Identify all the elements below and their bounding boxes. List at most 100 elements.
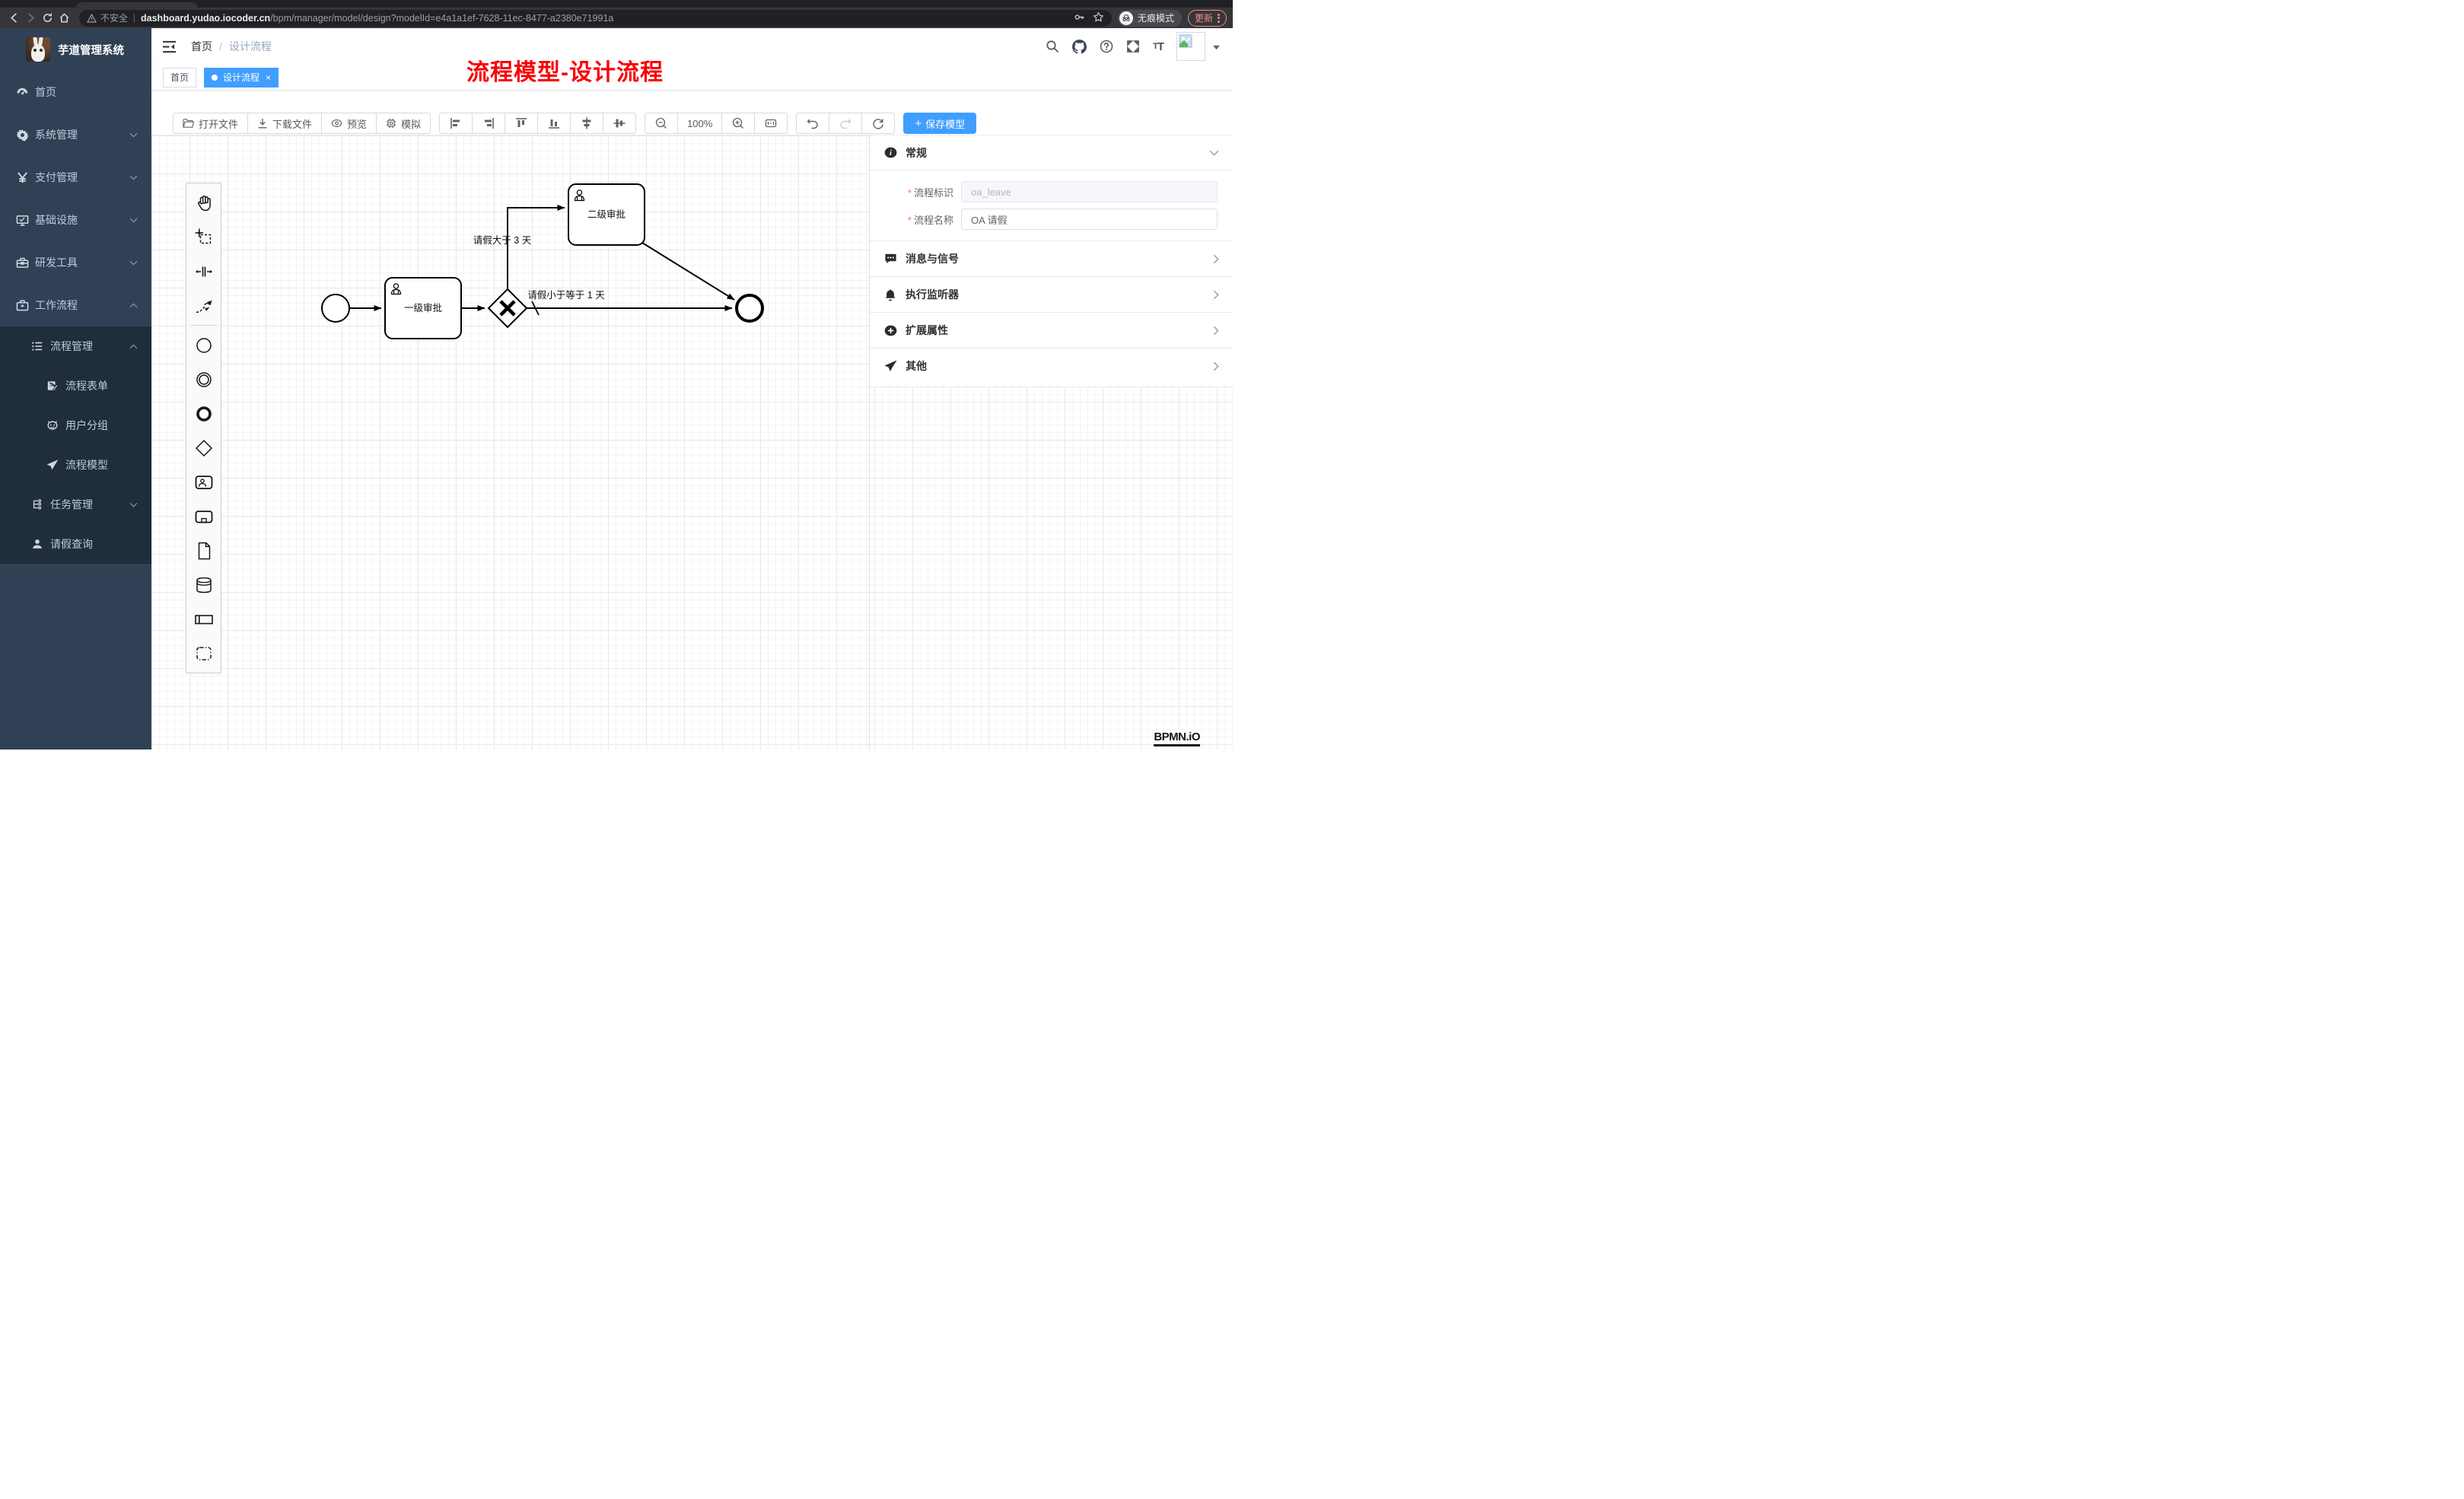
font-size-icon[interactable]: TT bbox=[1153, 40, 1164, 53]
sidebar-item-workflow[interactable]: 工作流程 bbox=[0, 284, 151, 326]
preview-button[interactable]: 预览 bbox=[322, 113, 377, 134]
space-tool-icon[interactable] bbox=[186, 254, 221, 288]
hand-tool-icon[interactable] bbox=[186, 186, 221, 220]
start-event[interactable] bbox=[322, 294, 349, 322]
align-center-vertical-icon[interactable] bbox=[571, 113, 603, 134]
bpmn-canvas[interactable]: 请假大于 3 天 请假小于等于 1 天 一级审批 bbox=[151, 135, 1233, 750]
task-first-approval[interactable]: 一级审批 bbox=[385, 278, 461, 339]
forward-icon[interactable] bbox=[23, 11, 38, 26]
sidebar-item-devtools[interactable]: 研发工具 bbox=[0, 241, 151, 284]
sidebar-fold-icon[interactable] bbox=[162, 39, 177, 54]
sidebar-item-system[interactable]: 系统管理 bbox=[0, 113, 151, 156]
incognito-icon bbox=[1119, 11, 1133, 25]
end-event[interactable] bbox=[737, 295, 762, 321]
briefcase-icon bbox=[15, 298, 29, 312]
section-message-signal[interactable]: 消息与信号 bbox=[870, 240, 1233, 276]
page: 不安全 dashboard.yudao.iocoder.cn /bpm/mana… bbox=[0, 0, 1233, 750]
sidebar-logo[interactable]: 芋道管理系统 bbox=[0, 28, 151, 71]
section-execution-listener[interactable]: 执行监听器 bbox=[870, 276, 1233, 312]
start-event-icon[interactable] bbox=[186, 328, 221, 362]
bpmn-io-logo[interactable]: BPMN.iO bbox=[1154, 730, 1200, 746]
exclusive-gateway[interactable] bbox=[489, 289, 527, 327]
chevron-down-icon bbox=[129, 260, 138, 266]
align-bottom-icon[interactable] bbox=[538, 113, 571, 134]
required-mark: * bbox=[908, 187, 912, 199]
global-connect-icon[interactable] bbox=[186, 288, 221, 323]
zoom-out-icon[interactable] bbox=[645, 113, 678, 134]
palette-separator bbox=[190, 325, 217, 326]
sidebar-item-process-form[interactable]: 流程表单 bbox=[0, 366, 151, 406]
url-bar[interactable]: 不安全 dashboard.yudao.iocoder.cn /bpm/mana… bbox=[79, 10, 1112, 27]
sidebar-item-home[interactable]: 首页 bbox=[0, 71, 151, 113]
align-right-icon[interactable] bbox=[473, 113, 505, 134]
sidebar-item-process-mgmt[interactable]: 流程管理 bbox=[0, 326, 151, 366]
search-icon[interactable] bbox=[1046, 40, 1059, 53]
section-title: 消息与信号 bbox=[906, 251, 959, 266]
align-left-icon[interactable] bbox=[439, 113, 473, 134]
sidebar-item-leave-query[interactable]: 请假查询 bbox=[0, 524, 151, 564]
end-event-icon[interactable] bbox=[186, 396, 221, 431]
section-general[interactable]: i 常规 bbox=[870, 135, 1233, 170]
sidebar-item-payment[interactable]: 支付管理 bbox=[0, 156, 151, 199]
security-label[interactable]: 不安全 bbox=[100, 11, 128, 24]
flow-label-gt3[interactable]: 请假大于 3 天 bbox=[473, 235, 532, 246]
align-button-group bbox=[439, 113, 636, 134]
align-top-icon[interactable] bbox=[505, 113, 538, 134]
plus-circle-icon bbox=[883, 324, 897, 337]
redo-icon[interactable] bbox=[829, 113, 862, 134]
align-center-horizontal-icon[interactable] bbox=[603, 113, 636, 134]
fullscreen-icon[interactable] bbox=[1126, 40, 1140, 53]
data-object-icon[interactable] bbox=[186, 533, 221, 568]
group-icon[interactable] bbox=[186, 636, 221, 670]
subprocess-icon[interactable] bbox=[186, 499, 221, 533]
tag-design-process[interactable]: 设计流程 × bbox=[204, 68, 279, 88]
avatar[interactable] bbox=[1176, 32, 1205, 61]
person-icon bbox=[30, 537, 44, 551]
undo-icon[interactable] bbox=[796, 113, 829, 134]
restart-icon[interactable] bbox=[862, 113, 895, 134]
breadcrumb-home[interactable]: 首页 bbox=[191, 39, 212, 54]
sidebar-item-user-group[interactable]: 用户分组 bbox=[0, 406, 151, 445]
section-extended-attributes[interactable]: 扩展属性 bbox=[870, 312, 1233, 348]
sidebar-item-process-model[interactable]: 流程模型 bbox=[0, 445, 151, 485]
save-model-button[interactable]: + 保存模型 bbox=[903, 113, 976, 134]
gateway-icon[interactable] bbox=[186, 431, 221, 465]
caret-down-icon[interactable] bbox=[1212, 41, 1221, 53]
sidebar-item-label: 系统管理 bbox=[35, 127, 78, 142]
process-name-input[interactable] bbox=[961, 208, 1218, 230]
user-task-icon[interactable] bbox=[186, 465, 221, 499]
zoom-reset-icon[interactable] bbox=[755, 113, 788, 134]
section-other[interactable]: 其他 bbox=[870, 348, 1233, 384]
home-icon[interactable] bbox=[56, 11, 72, 26]
task-second-approval[interactable]: 二级审批 bbox=[568, 184, 645, 245]
help-icon[interactable] bbox=[1100, 40, 1113, 53]
star-icon[interactable] bbox=[1093, 11, 1104, 25]
reload-icon[interactable] bbox=[40, 11, 55, 26]
zoom-button-group: 100% bbox=[645, 113, 788, 134]
kebab-menu-icon[interactable] bbox=[1218, 12, 1220, 24]
plus-icon: + bbox=[915, 117, 922, 130]
simulate-button[interactable]: 模拟 bbox=[377, 113, 431, 134]
close-icon[interactable]: × bbox=[266, 73, 271, 82]
section-title: 常规 bbox=[906, 145, 927, 161]
back-icon[interactable] bbox=[6, 11, 21, 26]
github-icon[interactable] bbox=[1072, 40, 1087, 54]
tag-home[interactable]: 首页 bbox=[163, 68, 196, 88]
sidebar-item-task-mgmt[interactable]: 任务管理 bbox=[0, 485, 151, 524]
zoom-in-icon[interactable] bbox=[722, 113, 755, 134]
intermediate-event-icon[interactable] bbox=[186, 362, 221, 396]
flow-label-le1[interactable]: 请假小于等于 1 天 bbox=[527, 289, 605, 301]
key-icon[interactable] bbox=[1074, 11, 1085, 25]
update-button[interactable]: 更新 bbox=[1188, 10, 1227, 27]
data-store-icon[interactable] bbox=[186, 568, 221, 602]
process-key-input[interactable] bbox=[961, 181, 1218, 202]
lasso-tool-icon[interactable] bbox=[186, 220, 221, 254]
download-file-button[interactable]: 下载文件 bbox=[248, 113, 322, 134]
monitor-icon bbox=[15, 213, 29, 227]
bell-icon bbox=[883, 288, 897, 301]
open-file-button[interactable]: 打开文件 bbox=[173, 113, 248, 134]
chevron-down-icon bbox=[129, 502, 138, 508]
participant-icon[interactable] bbox=[186, 602, 221, 636]
sidebar-item-infra[interactable]: 基础设施 bbox=[0, 199, 151, 241]
chevron-right-icon bbox=[1213, 361, 1219, 371]
